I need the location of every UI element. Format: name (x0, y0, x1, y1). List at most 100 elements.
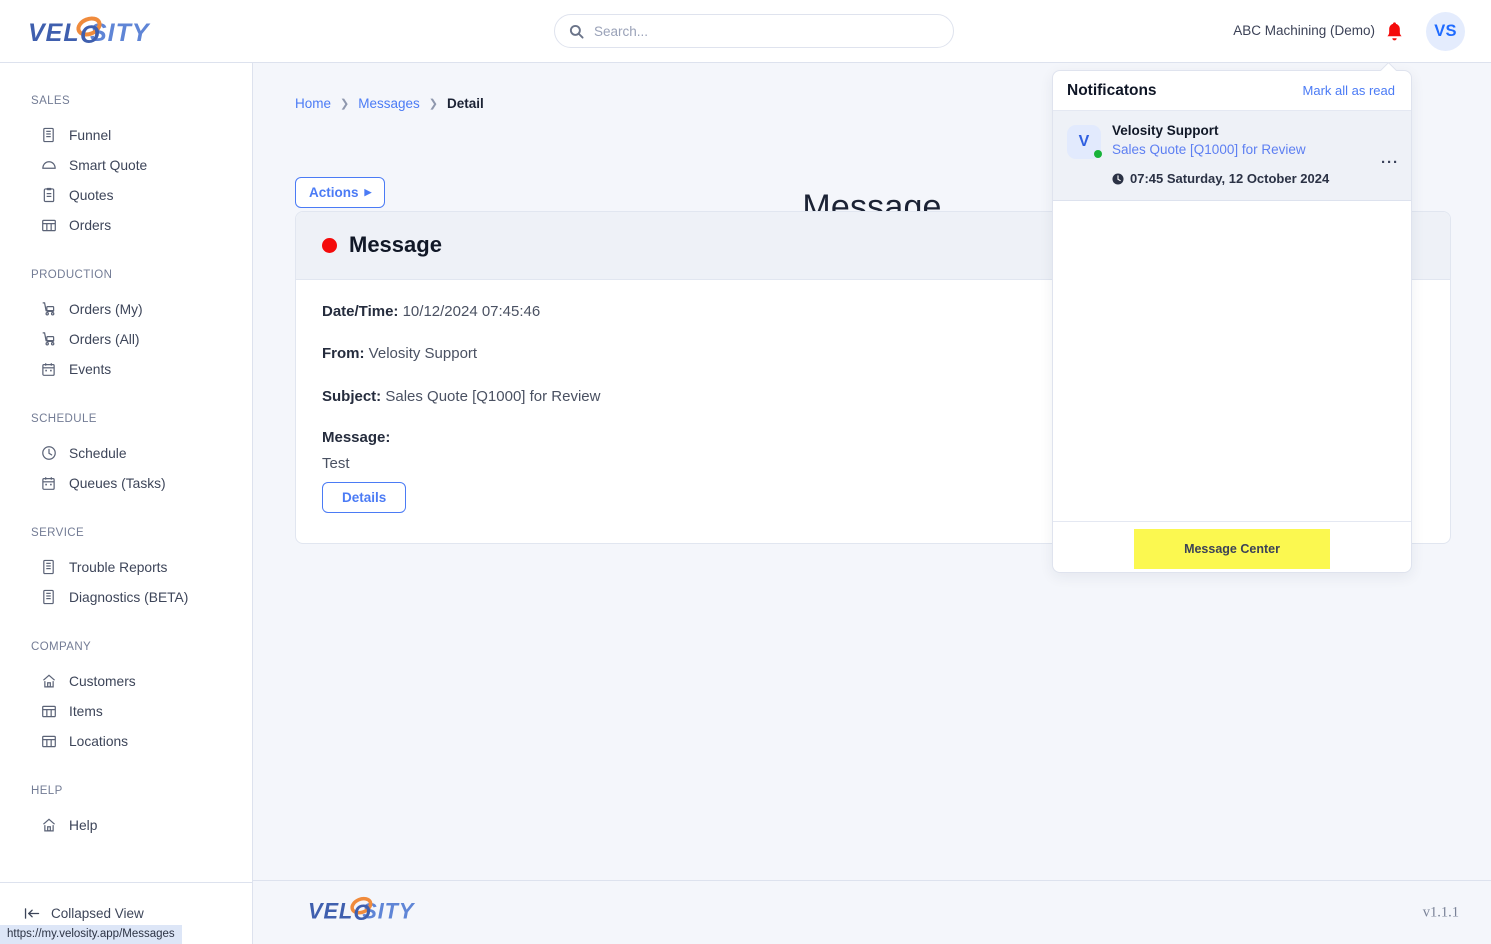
sidebar-item-funnel[interactable]: Funnel (0, 120, 252, 150)
footer-logo: VEL SITY O (308, 895, 448, 930)
sidebar-section-title: HELP (31, 785, 63, 797)
field-datetime-value: 10/12/2024 07:45:46 (402, 303, 541, 320)
notification-more-menu-icon[interactable]: ··· (1381, 155, 1399, 170)
sidebar-item-trouble-reports[interactable]: Trouble Reports (0, 552, 252, 582)
sidebar-item-label: Events (69, 361, 112, 377)
notifications-panel: Notificatons Mark all as read V Velosity… (1052, 70, 1412, 573)
collapse-arrow-icon (24, 907, 41, 920)
mark-all-as-read-link[interactable]: Mark all as read (1303, 83, 1395, 98)
notifications-panel-footer: Message Center (1053, 521, 1411, 572)
footer: VEL SITY O v1.1.1 (253, 880, 1491, 944)
grid-table-icon (40, 733, 57, 750)
field-datetime-label: Date/Time: (322, 303, 399, 320)
app-root: VEL SITY O ABC Machining (Demo) (0, 0, 1491, 944)
sidebar-section-title: SERVICE (31, 527, 85, 539)
notification-item[interactable]: V Velosity Support Sales Quote [Q1000] f… (1053, 111, 1411, 201)
sidebar-group-company: COMPANY Customers Items Locations (0, 641, 252, 756)
breadcrumb-messages[interactable]: Messages (358, 96, 420, 111)
user-avatar[interactable]: VS (1426, 12, 1465, 51)
building-icon (40, 559, 57, 576)
cart-icon (40, 301, 57, 318)
home-icon (40, 817, 57, 834)
sidebar-item-events[interactable]: Events (0, 354, 252, 384)
sidebar-item-label: Smart Quote (69, 157, 148, 173)
velosity-logo-icon: VEL SITY O (28, 16, 150, 49)
sidebar-item-items[interactable]: Items (0, 696, 252, 726)
sidebar-group-service: SERVICE Trouble Reports Diagnostics (BET… (0, 527, 252, 612)
svg-text:O: O (80, 21, 100, 49)
status-indicator-dot (322, 237, 337, 253)
sidebar-item-label: Funnel (69, 127, 112, 143)
collapse-sidebar-button[interactable]: Collapsed View (24, 906, 144, 921)
search-icon (569, 24, 584, 39)
sidebar-item-label: Quotes (69, 187, 114, 203)
field-from-label: From: (322, 345, 365, 363)
online-status-dot (1094, 150, 1102, 158)
cart-icon (40, 331, 57, 348)
breadcrumb: Home ❯ Messages ❯ Detail (295, 96, 484, 111)
sidebar-item-label: Customers (69, 673, 136, 689)
svg-text:VEL: VEL (308, 898, 353, 923)
field-from-value: Velosity Support (368, 345, 478, 363)
collapse-sidebar-label: Collapsed View (51, 906, 144, 921)
sidebar-item-customers[interactable]: Customers (0, 666, 252, 696)
sidebar-item-orders[interactable]: Orders (0, 210, 252, 240)
grid-table-icon (40, 217, 57, 234)
actions-button-label: Actions (309, 185, 359, 200)
field-subject-value: Sales Quote [Q1000] for Review (385, 387, 601, 405)
sidebar-item-smart-quote[interactable]: Smart Quote (0, 150, 252, 180)
notification-timestamp: 07:45 Saturday, 12 October 2024 (1112, 171, 1397, 186)
sidebar-item-label: Orders (69, 217, 112, 233)
sidebar-section-title: SCHEDULE (31, 413, 97, 425)
sidebar-item-locations[interactable]: Locations (0, 726, 252, 756)
field-subject-label: Subject: (322, 387, 382, 405)
svg-text:O: O (354, 900, 371, 925)
sidebar-item-diagnostics-beta[interactable]: Diagnostics (BETA) (0, 582, 252, 612)
organization-name: ABC Machining (Demo) (1233, 23, 1375, 38)
sidebar-item-label: Locations (69, 733, 129, 749)
sidebar-item-label: Diagnostics (BETA) (69, 589, 189, 605)
app-logo[interactable]: VEL SITY O (28, 14, 198, 50)
sidebar-section-title: COMPANY (31, 641, 92, 653)
sidebar-item-schedule[interactable]: Schedule (0, 438, 252, 468)
notifications-list[interactable]: V Velosity Support Sales Quote [Q1000] f… (1053, 111, 1411, 521)
actions-button[interactable]: Actions ▶ (295, 177, 386, 208)
message-card-title: Message (349, 232, 442, 257)
status-bar-url: https://my.velosity.app/Messages (0, 925, 182, 944)
bell-icon (1386, 21, 1402, 40)
breadcrumb-separator-icon: ❯ (428, 98, 438, 110)
notifications-title: Notificatons (1067, 81, 1157, 99)
top-bar: VEL SITY O ABC Machining (Demo) (0, 0, 1491, 63)
sidebar-item-orders-all[interactable]: Orders (All) (0, 324, 252, 354)
sidebar-item-label: Orders (My) (69, 301, 143, 317)
grid-table-icon (40, 703, 57, 720)
sidebar-group-help: HELP Help (0, 785, 252, 840)
clipboard-icon (40, 187, 57, 204)
sidebar-item-quotes[interactable]: Quotes (0, 180, 252, 210)
search-input[interactable] (594, 23, 939, 39)
details-button[interactable]: Details (322, 481, 407, 513)
sidebar-item-help[interactable]: Help (0, 810, 252, 840)
notification-subject-link[interactable]: Sales Quote [Q1000] for Review (1112, 142, 1397, 157)
notifications-bell-button[interactable] (1383, 20, 1405, 44)
breadcrumb-separator-icon: ❯ (340, 98, 350, 110)
search-box[interactable] (554, 14, 954, 48)
sidebar-group-sales: SALES Funnel Smart Quote Quotes Orders (0, 95, 252, 240)
breadcrumb-current: Detail (446, 96, 484, 111)
calendar-icon (40, 361, 57, 378)
sidebar: SALES Funnel Smart Quote Quotes Orders P… (0, 63, 253, 944)
breadcrumb-home[interactable]: Home (295, 96, 331, 111)
notifications-panel-caret-icon (1380, 62, 1397, 71)
sidebar-item-orders-my[interactable]: Orders (My) (0, 294, 252, 324)
clock-icon (40, 445, 57, 462)
sidebar-item-queues-tasks[interactable]: Queues (Tasks) (0, 468, 252, 498)
sidebar-item-label: Orders (All) (69, 331, 140, 347)
building-icon (40, 127, 57, 144)
calendar-icon (40, 475, 57, 492)
sidebar-item-label: Trouble Reports (69, 559, 168, 575)
notification-sender: Velosity Support (1112, 123, 1219, 138)
message-center-button[interactable]: Message Center (1134, 529, 1330, 569)
sidebar-item-label: Items (69, 703, 103, 719)
velosity-logo-icon: VEL SITY O (308, 896, 415, 925)
sidebar-group-schedule: SCHEDULE Schedule Queues (Tasks) (0, 413, 252, 498)
